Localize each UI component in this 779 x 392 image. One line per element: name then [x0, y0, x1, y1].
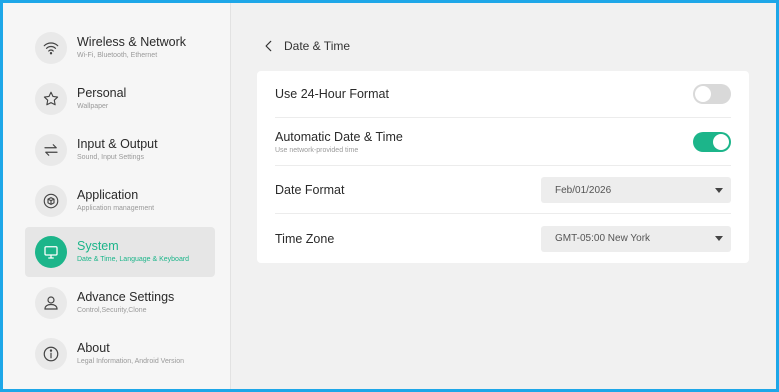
sidebar-item-title: About — [77, 341, 110, 355]
sidebar-item-subtitle: Wi-Fi, Bluetooth, Ethernet — [77, 52, 158, 59]
info-icon — [35, 338, 67, 370]
sidebar-item-subtitle: Wallpaper — [77, 103, 109, 110]
setting-sublabel: Use network-provided time — [275, 147, 359, 154]
settings-window: Wireless & Network Wi-Fi, Bluetooth, Eth… — [3, 3, 776, 389]
toggle-knob — [713, 134, 729, 150]
sidebar-item-system[interactable]: System Date & Time, Language & Keyboard — [25, 227, 215, 277]
time-zone-value: GMT-05:00 New York — [555, 233, 651, 244]
star-icon — [35, 83, 67, 115]
sidebar-item-title: Application — [77, 188, 139, 202]
toggle-knob — [695, 86, 711, 102]
sidebar-item-title: Advance Settings — [77, 290, 175, 304]
settings-card: Use 24-Hour Format Automatic Date & Time… — [257, 71, 749, 263]
date-format-value: Feb/01/2026 — [555, 184, 612, 196]
person-icon — [35, 287, 67, 319]
setting-label: Date Format — [275, 183, 345, 197]
sidebar-item-title: Personal — [77, 86, 127, 100]
page-title: Date & Time — [284, 39, 351, 53]
cube-icon — [35, 185, 67, 217]
24-hour-format-toggle[interactable] — [693, 84, 731, 104]
sidebar-item-subtitle: Application management — [77, 205, 155, 212]
automatic-date-time-toggle[interactable] — [693, 132, 731, 152]
sidebar: Wireless & Network Wi-Fi, Bluetooth, Eth… — [3, 3, 231, 389]
setting-row-time-zone: Time Zone GMT-05:00 New York — [275, 215, 731, 262]
main-content: Date & Time Use 24-Hour Format Automatic… — [232, 3, 776, 389]
setting-row-automatic-date-time: Automatic Date & Time Use network-provid… — [275, 119, 731, 166]
sidebar-item-subtitle: Date & Time, Language & Keyboard — [77, 256, 190, 263]
sidebar-item-title: Wireless & Network — [77, 35, 187, 49]
setting-label: Use 24-Hour Format — [275, 87, 389, 101]
sidebar-item-subtitle: Control,Security,Clone — [77, 307, 147, 314]
setting-label: Automatic Date & Time — [275, 130, 403, 144]
sidebar-item-subtitle: Sound, Input Settings — [77, 154, 144, 161]
sidebar-item-advance-settings[interactable]: Advance Settings Control,Security,Clone — [25, 278, 215, 328]
setting-row-date-format: Date Format Feb/01/2026 — [275, 167, 731, 214]
date-format-select[interactable]: Feb/01/2026 — [541, 177, 731, 203]
page-header: Date & Time — [262, 39, 350, 53]
sidebar-item-subtitle: Legal Information, Android Version — [77, 358, 185, 365]
caret-down-icon — [715, 187, 723, 193]
setting-row-24-hour: Use 24-Hour Format — [275, 71, 731, 118]
sidebar-item-about[interactable]: About Legal Information, Android Version — [25, 329, 215, 379]
chevron-left-icon[interactable] — [262, 39, 276, 53]
sidebar-item-application[interactable]: Application Application management — [25, 176, 215, 226]
caret-down-icon — [715, 236, 723, 241]
monitor-icon — [35, 236, 67, 268]
setting-label: Time Zone — [275, 231, 335, 246]
swap-arrows-icon — [35, 134, 67, 166]
sidebar-item-wireless-network[interactable]: Wireless & Network Wi-Fi, Bluetooth, Eth… — [25, 23, 215, 73]
time-zone-select[interactable]: GMT-05:00 New York — [541, 225, 731, 252]
wifi-icon — [35, 32, 67, 64]
sidebar-item-title: System — [77, 239, 119, 253]
sidebar-item-title: Input & Output — [77, 137, 158, 151]
sidebar-item-input-output[interactable]: Input & Output Sound, Input Settings — [25, 125, 215, 175]
sidebar-item-personal[interactable]: Personal Wallpaper — [25, 74, 215, 124]
